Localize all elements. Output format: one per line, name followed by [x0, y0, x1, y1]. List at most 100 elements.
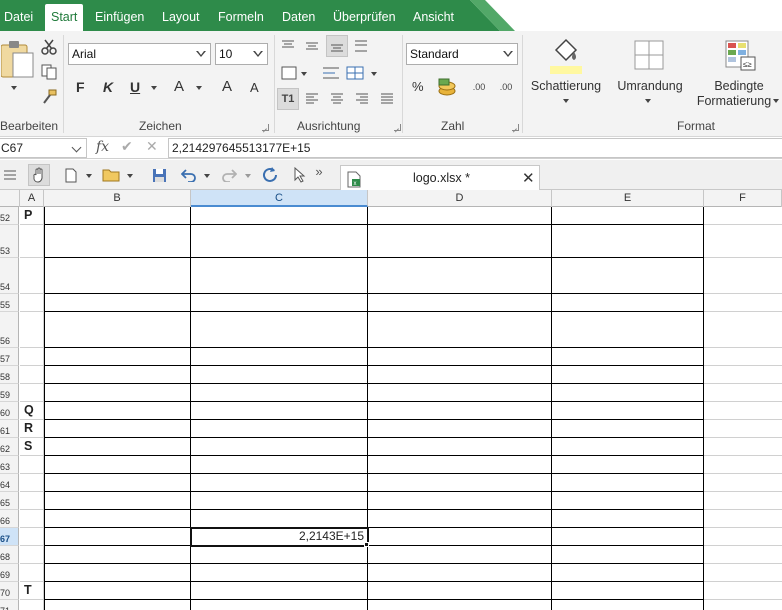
merge-cells-icon[interactable]: [344, 64, 366, 82]
cell-b[interactable]: [44, 225, 191, 258]
cell-d[interactable]: [368, 492, 552, 510]
cell-b[interactable]: [44, 564, 191, 582]
cell-d[interactable]: [368, 225, 552, 258]
increase-decimal-icon[interactable]: .00: [468, 77, 490, 97]
row-header[interactable]: 53: [0, 225, 19, 258]
cell-b[interactable]: [44, 492, 191, 510]
cell-a[interactable]: Q: [20, 402, 44, 420]
worksheet-grid[interactable]: ABCDEF 52 P 53 54 55 56 57 58 59 60 Q 61 R 62 S 63 64 65 6…: [0, 190, 782, 610]
cell-a[interactable]: [20, 510, 44, 528]
cell-b[interactable]: [44, 474, 191, 492]
column-header-e[interactable]: E: [552, 190, 704, 207]
cell-c[interactable]: [191, 207, 368, 225]
row-header[interactable]: 63: [0, 456, 19, 474]
number-format-select[interactable]: Standard: [406, 43, 518, 65]
align-top-icon[interactable]: [279, 37, 297, 55]
formula-input[interactable]: 2,214297645513177E+15: [168, 138, 782, 158]
cell-f[interactable]: [704, 528, 782, 546]
cell-a[interactable]: S: [20, 438, 44, 456]
cell-d[interactable]: [368, 474, 552, 492]
cell-d[interactable]: [368, 366, 552, 384]
cell-b[interactable]: [44, 456, 191, 474]
row-header[interactable]: 68: [0, 546, 19, 564]
row-header[interactable]: 69: [0, 564, 19, 582]
cell-c[interactable]: [191, 582, 368, 600]
cell-c[interactable]: [191, 348, 368, 366]
menu-ansicht[interactable]: Ansicht: [413, 0, 454, 31]
cell-e[interactable]: [552, 528, 704, 546]
cell-a[interactable]: [20, 564, 44, 582]
cell-e[interactable]: [552, 564, 704, 582]
cell-c[interactable]: [191, 294, 368, 312]
column-header-a[interactable]: A: [20, 190, 44, 207]
shading-dropdown-icon[interactable]: [563, 99, 569, 103]
cancel-icon[interactable]: ✕: [146, 138, 158, 155]
cell-c[interactable]: [191, 258, 368, 294]
toolbar-more-icon[interactable]: »: [313, 162, 325, 180]
copy-icon[interactable]: [40, 63, 58, 81]
cell-e[interactable]: [552, 600, 704, 610]
cell-e[interactable]: [552, 225, 704, 258]
cut-icon[interactable]: [40, 38, 58, 56]
cell-c[interactable]: [191, 312, 368, 348]
menu-ueberpruefen[interactable]: Überprüfen: [333, 0, 396, 31]
cell-d[interactable]: [368, 546, 552, 564]
text-direction-icon[interactable]: T1: [277, 88, 299, 110]
justify-icon[interactable]: [378, 90, 396, 108]
cell-f[interactable]: [704, 456, 782, 474]
cell-b[interactable]: [44, 402, 191, 420]
border-dropdown-icon[interactable]: [645, 99, 651, 103]
cell-f[interactable]: [704, 207, 782, 225]
font-color-button[interactable]: A: [174, 78, 184, 95]
decrease-decimal-icon[interactable]: .00: [495, 77, 517, 97]
cell-b[interactable]: [44, 528, 191, 546]
row-header[interactable]: 71: [0, 600, 19, 610]
cond-format-dropdown-icon[interactable]: [773, 99, 779, 103]
row-header[interactable]: 56: [0, 312, 19, 348]
cell-f[interactable]: [704, 312, 782, 348]
name-box[interactable]: C67: [0, 138, 87, 158]
cell-f[interactable]: [704, 438, 782, 456]
cell-f[interactable]: [704, 402, 782, 420]
cell-e[interactable]: [552, 366, 704, 384]
cell-d[interactable]: [368, 402, 552, 420]
pointer-icon[interactable]: [292, 166, 308, 184]
align-left-icon[interactable]: [303, 90, 321, 108]
cell-d[interactable]: [368, 438, 552, 456]
cell-b[interactable]: [44, 384, 191, 402]
document-tab[interactable]: x logo.xlsx * ✕: [340, 165, 540, 190]
redo-icon[interactable]: [220, 166, 238, 184]
refresh-icon[interactable]: [260, 166, 280, 184]
menu-daten[interactable]: Daten: [282, 0, 315, 31]
row-header[interactable]: 57: [0, 348, 19, 366]
confirm-icon[interactable]: ✔: [121, 138, 133, 155]
cell-d[interactable]: [368, 456, 552, 474]
redo-dropdown-icon[interactable]: [245, 174, 251, 178]
cell-d[interactable]: [368, 207, 552, 225]
column-header-b[interactable]: B: [44, 190, 191, 207]
shrink-font-button[interactable]: A: [250, 80, 259, 95]
select-all-corner[interactable]: [0, 190, 20, 207]
cell-a[interactable]: [20, 492, 44, 510]
cell-d[interactable]: [368, 348, 552, 366]
cell-d[interactable]: [368, 420, 552, 438]
menu-start[interactable]: Start: [45, 4, 84, 31]
cell-f[interactable]: [704, 582, 782, 600]
cell-b[interactable]: [44, 294, 191, 312]
cell-c[interactable]: [191, 474, 368, 492]
borders-icon[interactable]: [633, 39, 665, 71]
paste-dropdown-icon[interactable]: [11, 86, 17, 90]
row-header[interactable]: 52: [0, 207, 19, 225]
cell-a[interactable]: R: [20, 420, 44, 438]
cell-e[interactable]: [552, 474, 704, 492]
row-header[interactable]: 64: [0, 474, 19, 492]
cell-a[interactable]: P: [20, 207, 44, 225]
cell-a[interactable]: T: [20, 582, 44, 600]
cell-c[interactable]: [191, 438, 368, 456]
cell-a[interactable]: [20, 366, 44, 384]
cell-a[interactable]: [20, 384, 44, 402]
cell-f[interactable]: [704, 258, 782, 294]
percent-button[interactable]: %: [412, 79, 424, 94]
cond-format-label-1[interactable]: Bedingte: [696, 79, 782, 93]
cell-d[interactable]: [368, 600, 552, 610]
